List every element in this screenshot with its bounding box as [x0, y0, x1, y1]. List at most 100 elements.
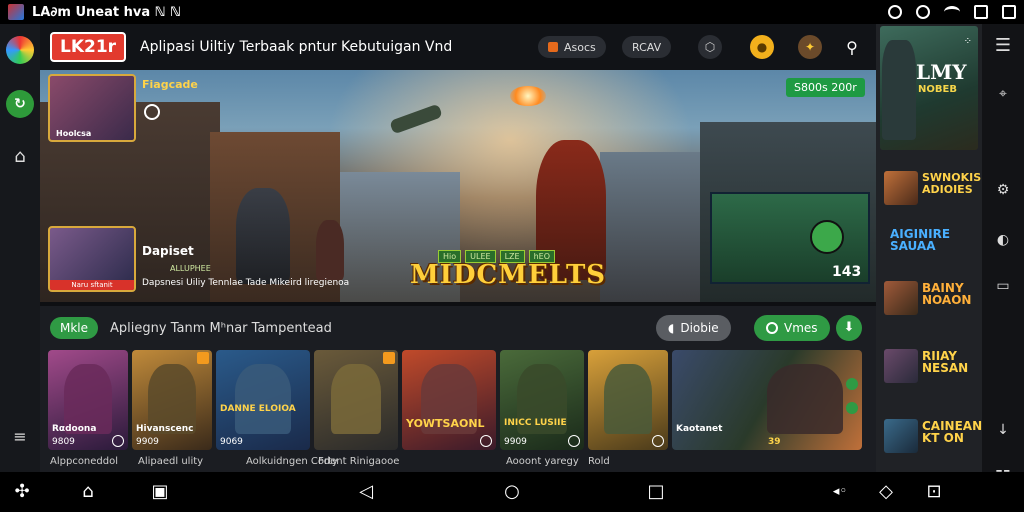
status-bar: LA∂m Uneat hva ℕ ℕ	[0, 0, 1024, 24]
chip-icon	[548, 42, 558, 52]
flying-creature	[389, 103, 443, 135]
recents-icon[interactable]: □	[646, 482, 666, 502]
game-card-meta: 39	[768, 437, 781, 447]
sync-icon	[888, 5, 902, 19]
download-icon[interactable]: ⬇	[836, 315, 862, 341]
grid-icon[interactable]: ⁘	[964, 36, 972, 47]
app-logo[interactable]: LK21r	[50, 32, 127, 62]
rotate-icon[interactable]: ◇	[876, 482, 896, 502]
status-dot-icon	[846, 378, 858, 390]
home-icon[interactable]: ⌂	[78, 482, 98, 502]
hero-thumb-card-2[interactable]: Naru sftanit	[48, 226, 136, 292]
play-icon[interactable]	[652, 435, 664, 447]
side-list-item[interactable]: AIGINIRE SAUAA	[884, 224, 978, 264]
green-refresh-icon[interactable]: ↻	[6, 90, 34, 118]
game-card-meta: 9809	[52, 437, 75, 447]
menu-lines-icon[interactable]: ≡	[6, 422, 34, 450]
rcav-chip[interactable]: RCAV	[622, 36, 672, 58]
filter-pill-right[interactable]: Vmes	[754, 315, 830, 341]
colorful-app-icon[interactable]	[6, 36, 34, 64]
side-list-item[interactable]: RIIAY NESAN	[884, 346, 978, 386]
game-card-name: YOWTSAONL	[406, 417, 485, 430]
assets-chip[interactable]: Asocs	[538, 36, 606, 58]
side-item-label: CAINEAN KT ON	[922, 419, 983, 445]
card-caption: Fdent Rinigaooe	[318, 456, 400, 467]
pointer-icon[interactable]: ⌖	[993, 86, 1013, 102]
back-icon[interactable]: ◁	[356, 482, 376, 502]
chat-icon	[766, 322, 778, 334]
hero-card-1-title: Fiagcade	[142, 78, 198, 91]
screenshot-icon[interactable]: ⊡	[924, 482, 944, 502]
app-tagline: Aplipasi Uiltiy Terbaak pntur Kebutuigan…	[140, 39, 453, 55]
game-card-name: DANNE ELOIOA	[220, 404, 296, 414]
search-icon[interactable]: ⚲	[840, 35, 864, 59]
filter-pill-left-label: Diobie	[680, 321, 719, 335]
side-list-item[interactable]: BAINY NOAON	[884, 278, 978, 318]
avatar-icon[interactable]: ✦	[798, 35, 822, 59]
assets-chip-label: Asocs	[564, 40, 596, 54]
game-card-name: Hivanscenc	[136, 424, 194, 434]
square-icon[interactable]: ▣	[150, 482, 170, 502]
side-thumb	[884, 281, 918, 315]
hero-badge-number: 143	[832, 264, 862, 280]
nav-bar: ✣ ⌂ ▣ ◁ ○ □ ◂◦ ◇ ⊡	[0, 472, 1024, 512]
thumb-icon: ◖	[668, 321, 675, 335]
game-card-meta: 9069	[220, 437, 243, 447]
image-icon	[974, 5, 988, 19]
section-chip[interactable]: Mkle	[50, 317, 99, 339]
share-icon[interactable]: ⬡	[698, 35, 722, 59]
game-card-meta: 9909	[136, 437, 159, 447]
fireball	[510, 86, 546, 106]
hero-banner[interactable]: 143 Hoolcsa Fiagcade Naru sftanit Dapise…	[40, 70, 876, 302]
coin-icon[interactable]: ●	[750, 35, 774, 59]
hero-thumb-2-label: Naru sftanit	[50, 280, 134, 290]
badge-icon	[383, 352, 395, 364]
download-icon[interactable]: ↓	[993, 422, 1013, 438]
section-header: Mkle Apliegny Tanm Mʰnar Tampentead ◖ Di…	[40, 306, 876, 350]
side-item-label: SWNOKIS ADIOIES	[922, 171, 982, 196]
side-item-label: RIIAY NESAN	[922, 349, 969, 375]
game-card[interactable]: YOWTSAONL	[402, 350, 496, 450]
card-caption: Aooont yaregy	[506, 456, 579, 467]
status-icons	[888, 5, 1016, 19]
hamburger-icon[interactable]: ☰	[993, 37, 1013, 55]
hero-thumb-card-1[interactable]: Hoolcsa	[48, 74, 136, 142]
controller-icon[interactable]: ◐	[993, 232, 1013, 248]
circle-home-icon[interactable]: ○	[502, 482, 522, 502]
side-list-item[interactable]: SWNOKIS ADIOIES	[884, 168, 982, 208]
volume-icon[interactable]: ◂◦	[830, 482, 850, 502]
game-card[interactable]	[588, 350, 668, 450]
expand-icon[interactable]: ✣	[12, 482, 32, 502]
gear-icon[interactable]: ⚙	[993, 182, 1013, 198]
folder-icon[interactable]: ▭	[993, 278, 1013, 294]
card-caption: Rold	[588, 456, 610, 467]
card-art	[767, 364, 843, 434]
game-card-name: Rαdoona	[52, 424, 97, 434]
game-card[interactable]: Kaotanet 39	[672, 350, 862, 450]
play-icon[interactable]	[568, 435, 580, 447]
side-thumb	[884, 171, 918, 205]
game-card[interactable]	[314, 350, 398, 450]
game-card[interactable]: Rαdoona 9809	[48, 350, 128, 450]
play-icon[interactable]	[112, 435, 124, 447]
hero-card-2-tag: ALLUPHEE	[170, 264, 211, 273]
game-card[interactable]: DANNE ELOIOA 9069	[216, 350, 310, 450]
game-card[interactable]: Hivanscenc 9909	[132, 350, 212, 450]
side-item-label: AIGINIRE SAUAA	[890, 227, 951, 253]
game-card[interactable]: INICC LUSIIE 9909	[500, 350, 584, 450]
app-icon	[8, 4, 24, 20]
game-card-meta: 9909	[504, 437, 527, 447]
card-caption: Alppconeddol	[50, 456, 119, 467]
badge-icon	[197, 352, 209, 364]
play-icon[interactable]	[144, 104, 160, 120]
card-caption: Alipaedl ulity	[138, 456, 204, 467]
far-right-rail: ☰ ⌖ ⚙ ◐ ▭ ↓ ☷	[982, 24, 1024, 487]
hero-card-2-caption: Dapsnesi Uiliy Tennlae Tade Mikeird lire…	[142, 278, 350, 288]
home-icon[interactable]: ⌂	[6, 142, 34, 170]
building-right	[600, 152, 710, 302]
side-list-item[interactable]: CAINEAN KT ON	[884, 416, 983, 456]
filter-pill-left[interactable]: ◖ Diobie	[656, 315, 731, 341]
play-icon[interactable]	[480, 435, 492, 447]
window-title: LA∂m Uneat hva ℕ ℕ	[32, 4, 181, 20]
featured-card[interactable]: LMY NOBEB ⁘	[880, 26, 978, 150]
